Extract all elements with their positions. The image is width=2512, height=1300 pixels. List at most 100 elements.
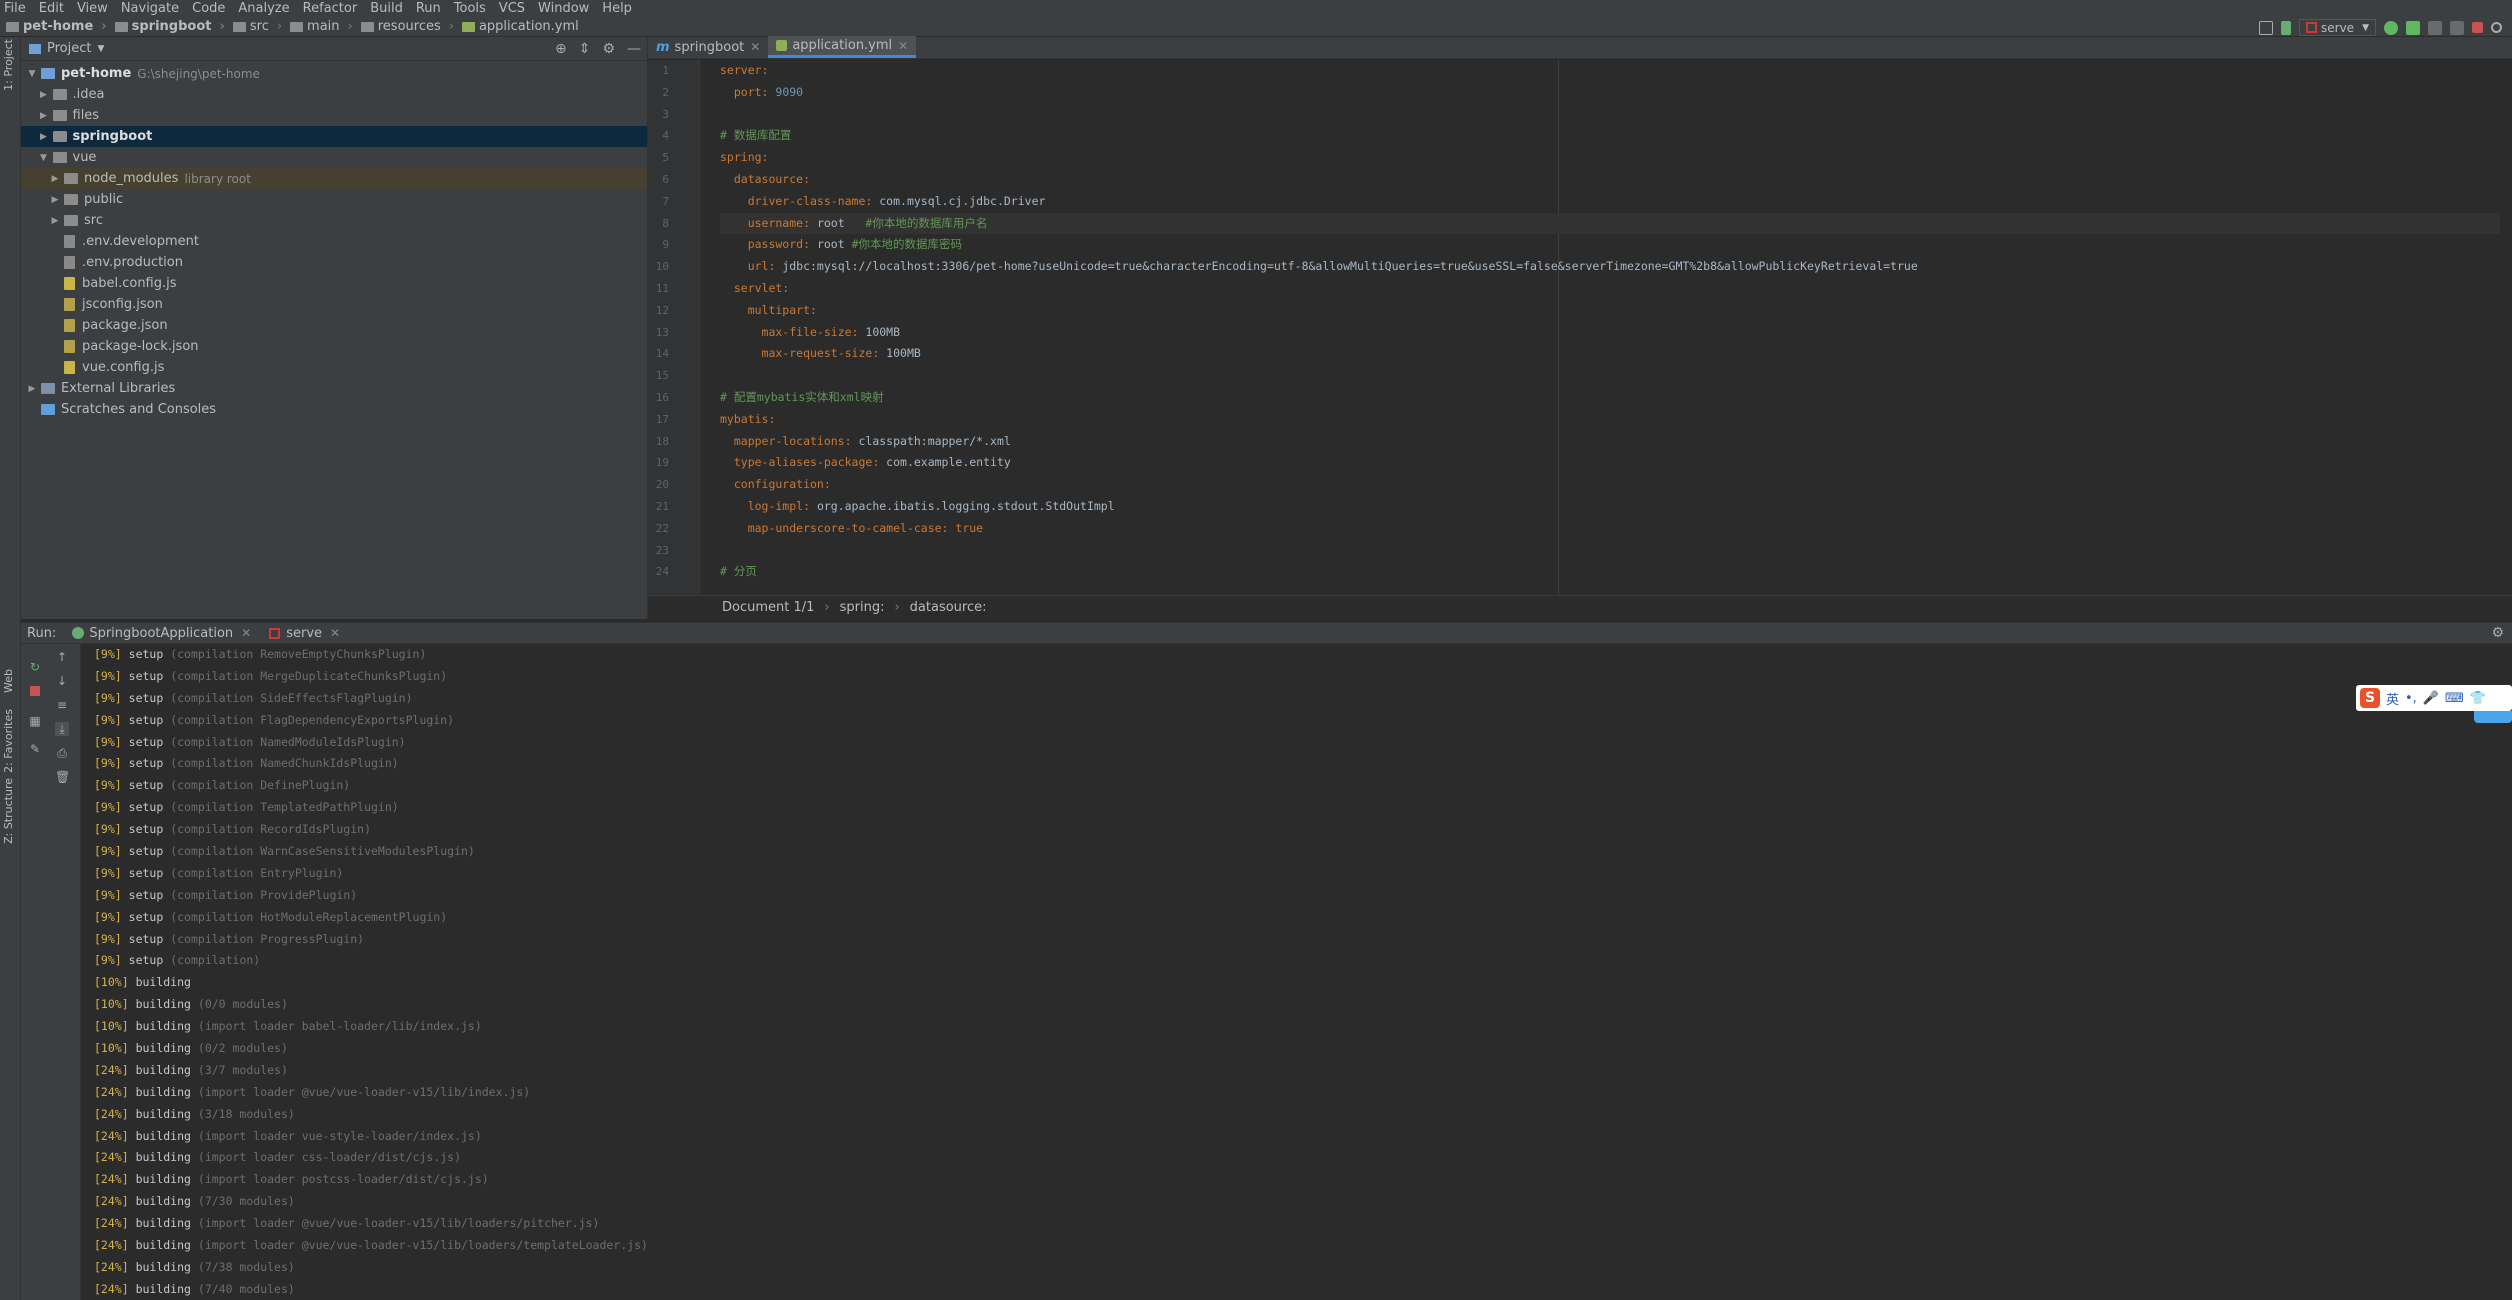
menu-item-edit[interactable]: Edit [39,1,64,16]
build-hammer-icon[interactable] [2281,20,2292,35]
close-icon[interactable]: ✕ [330,626,340,640]
soft-wrap-icon[interactable]: ≡ [55,698,69,712]
chevron-down-icon[interactable]: ▼ [37,153,51,163]
tree-item[interactable]: .env.development [21,231,647,252]
project-tool-button[interactable]: 1: Project [2,39,15,91]
menu-item-code[interactable]: Code [192,1,225,16]
tree-item[interactable]: package.json [21,315,647,336]
tree-item-label: vue [72,150,97,165]
menu-item-navigate[interactable]: Navigate [121,1,179,16]
menu-item-run[interactable]: Run [416,1,441,16]
project-view-selector[interactable]: Project [47,41,91,56]
menu-item-window[interactable]: Window [538,1,589,16]
tree-item[interactable]: ▶ files [21,105,647,126]
rerun-icon[interactable]: ↻ [28,660,42,674]
tree-item[interactable]: ▶ public [21,189,647,210]
editor-breadcrumb-item[interactable]: Document 1/1 [722,600,814,615]
ime-toolbar[interactable]: S 英 •, 🎤 ⌨ 👕 [2356,685,2512,711]
ime-language-label[interactable]: 英 [2386,689,2399,708]
menu-item-build[interactable]: Build [370,1,403,16]
tree-item[interactable]: ▶ External Libraries [21,378,647,399]
console-detail: (compilation) [170,953,261,968]
chevron-right-icon[interactable]: ▶ [37,132,51,142]
arrow-up-icon[interactable]: ↑ [55,650,69,664]
stop-icon[interactable] [28,684,42,698]
coverage-icon[interactable] [2428,20,2442,35]
menu-item-vcs[interactable]: VCS [499,1,525,16]
tree-item[interactable]: .env.production [21,252,647,273]
console-progress: [10%] [94,1041,129,1056]
favorites-tool-button[interactable]: 2: Favorites [2,709,15,773]
pin-icon[interactable]: ✎ [28,742,42,756]
keyboard-icon[interactable]: ⌨ [2445,691,2464,706]
tree-item[interactable]: babel.config.js [21,273,647,294]
chevron-down-icon[interactable]: ▼ [25,69,39,79]
search-everywhere-icon[interactable] [2491,22,2502,33]
tree-item[interactable]: Scratches and Consoles [21,399,647,420]
tree-item[interactable]: ▶ node_modules library root [21,168,647,189]
tree-item[interactable]: ▶ src [21,210,647,231]
locate-icon[interactable]: ⊕ [555,41,567,57]
skin-icon[interactable]: 👕 [2470,691,2486,706]
collapse-all-icon[interactable]: ⇕ [579,41,591,57]
restore-layout-icon[interactable]: ▦ [28,714,42,728]
console-output[interactable]: [9%] setup (compilation RemoveEmptyChunk… [81,644,2512,1300]
scroll-to-end-icon[interactable]: ⤓ [55,722,69,736]
editor-tab[interactable]: m springboot ✕ [648,36,768,58]
close-icon[interactable]: ✕ [750,40,760,54]
code-area[interactable]: 1 2 3 4 5 6 7 8 9 10 11 12 13 14 15 16 17 18 19 20 21 22 23 24 … [648,60,2512,595]
menu-item-tools[interactable]: Tools [454,1,486,16]
gear-icon[interactable]: ⚙ [2491,625,2504,641]
maven-icon: m [656,39,670,55]
chevron-right-icon[interactable]: ▶ [25,384,39,394]
run-tab-springbootapplication[interactable]: SpringbootApplication ✕ [72,626,251,641]
rerun-icon[interactable] [2384,20,2398,35]
menu-item-analyze[interactable]: Analyze [238,1,289,16]
breadcrumb-item[interactable]: springboot › [114,19,225,34]
chevron-down-icon[interactable]: ▼ [97,44,104,54]
chevron-right-icon[interactable]: ▶ [37,90,51,100]
microphone-icon[interactable]: 🎤 [2423,691,2439,706]
hide-icon[interactable]: — [627,41,641,57]
breadcrumb-item[interactable]: resources › [360,19,454,34]
console-action: setup [128,712,164,727]
stop-icon[interactable] [2472,22,2483,33]
tree-item[interactable]: jsconfig.json [21,294,647,315]
breadcrumb-item[interactable]: application.yml [461,19,579,34]
tree-item[interactable]: ▶ springboot [21,126,647,147]
close-icon[interactable]: ✕ [898,39,908,53]
structure-tool-button[interactable]: Z: Structure [2,778,15,844]
editor-tab[interactable]: application.yml ✕ [768,36,917,58]
tree-item[interactable]: ▶ .idea [21,84,647,105]
breadcrumb-item[interactable]: src › [232,19,282,34]
menu-item-refactor[interactable]: Refactor [303,1,358,16]
breadcrumb-item[interactable]: pet-home › [6,19,107,34]
web-tool-button[interactable]: Web [2,669,15,693]
menu-item-file[interactable]: File [4,1,26,16]
close-icon[interactable]: ✕ [241,626,251,640]
chevron-right-icon[interactable]: ▶ [48,216,62,226]
run-configuration-select[interactable]: serve ▼ [2299,19,2376,36]
chevron-right-icon[interactable]: ▶ [48,174,62,184]
tree-item[interactable]: package-lock.json [21,336,647,357]
chevron-right-icon[interactable]: ▶ [37,111,51,121]
punctuation-icon[interactable]: •, [2405,691,2417,706]
arrow-down-icon[interactable]: ↓ [55,674,69,688]
menu-item-help[interactable]: Help [602,1,632,16]
editor-breadcrumb-item[interactable]: spring: [840,600,885,615]
breadcrumb-item[interactable]: main › [290,19,353,34]
chevron-right-icon[interactable]: ▶ [48,195,62,205]
tree-item[interactable]: vue.config.js [21,357,647,378]
editor-breadcrumb-item[interactable]: datasource: [910,600,987,615]
profile-icon[interactable] [2450,20,2464,35]
print-icon[interactable]: ⎙ [55,746,69,760]
debug-icon[interactable] [2406,20,2420,35]
project-structure-icon[interactable] [2259,20,2274,35]
trash-icon[interactable]: 🗑 [55,770,70,784]
gear-icon[interactable]: ⚙ [602,41,615,57]
menu-item-view[interactable]: View [77,1,108,16]
run-tab-serve[interactable]: serve ✕ [269,626,340,641]
tree-item[interactable]: ▼ pet-home G:\shejing\pet-home [21,63,647,84]
tree-item[interactable]: ▼ vue [21,147,647,168]
console-line: [24%] building (7/38 modules) [94,1257,2512,1279]
